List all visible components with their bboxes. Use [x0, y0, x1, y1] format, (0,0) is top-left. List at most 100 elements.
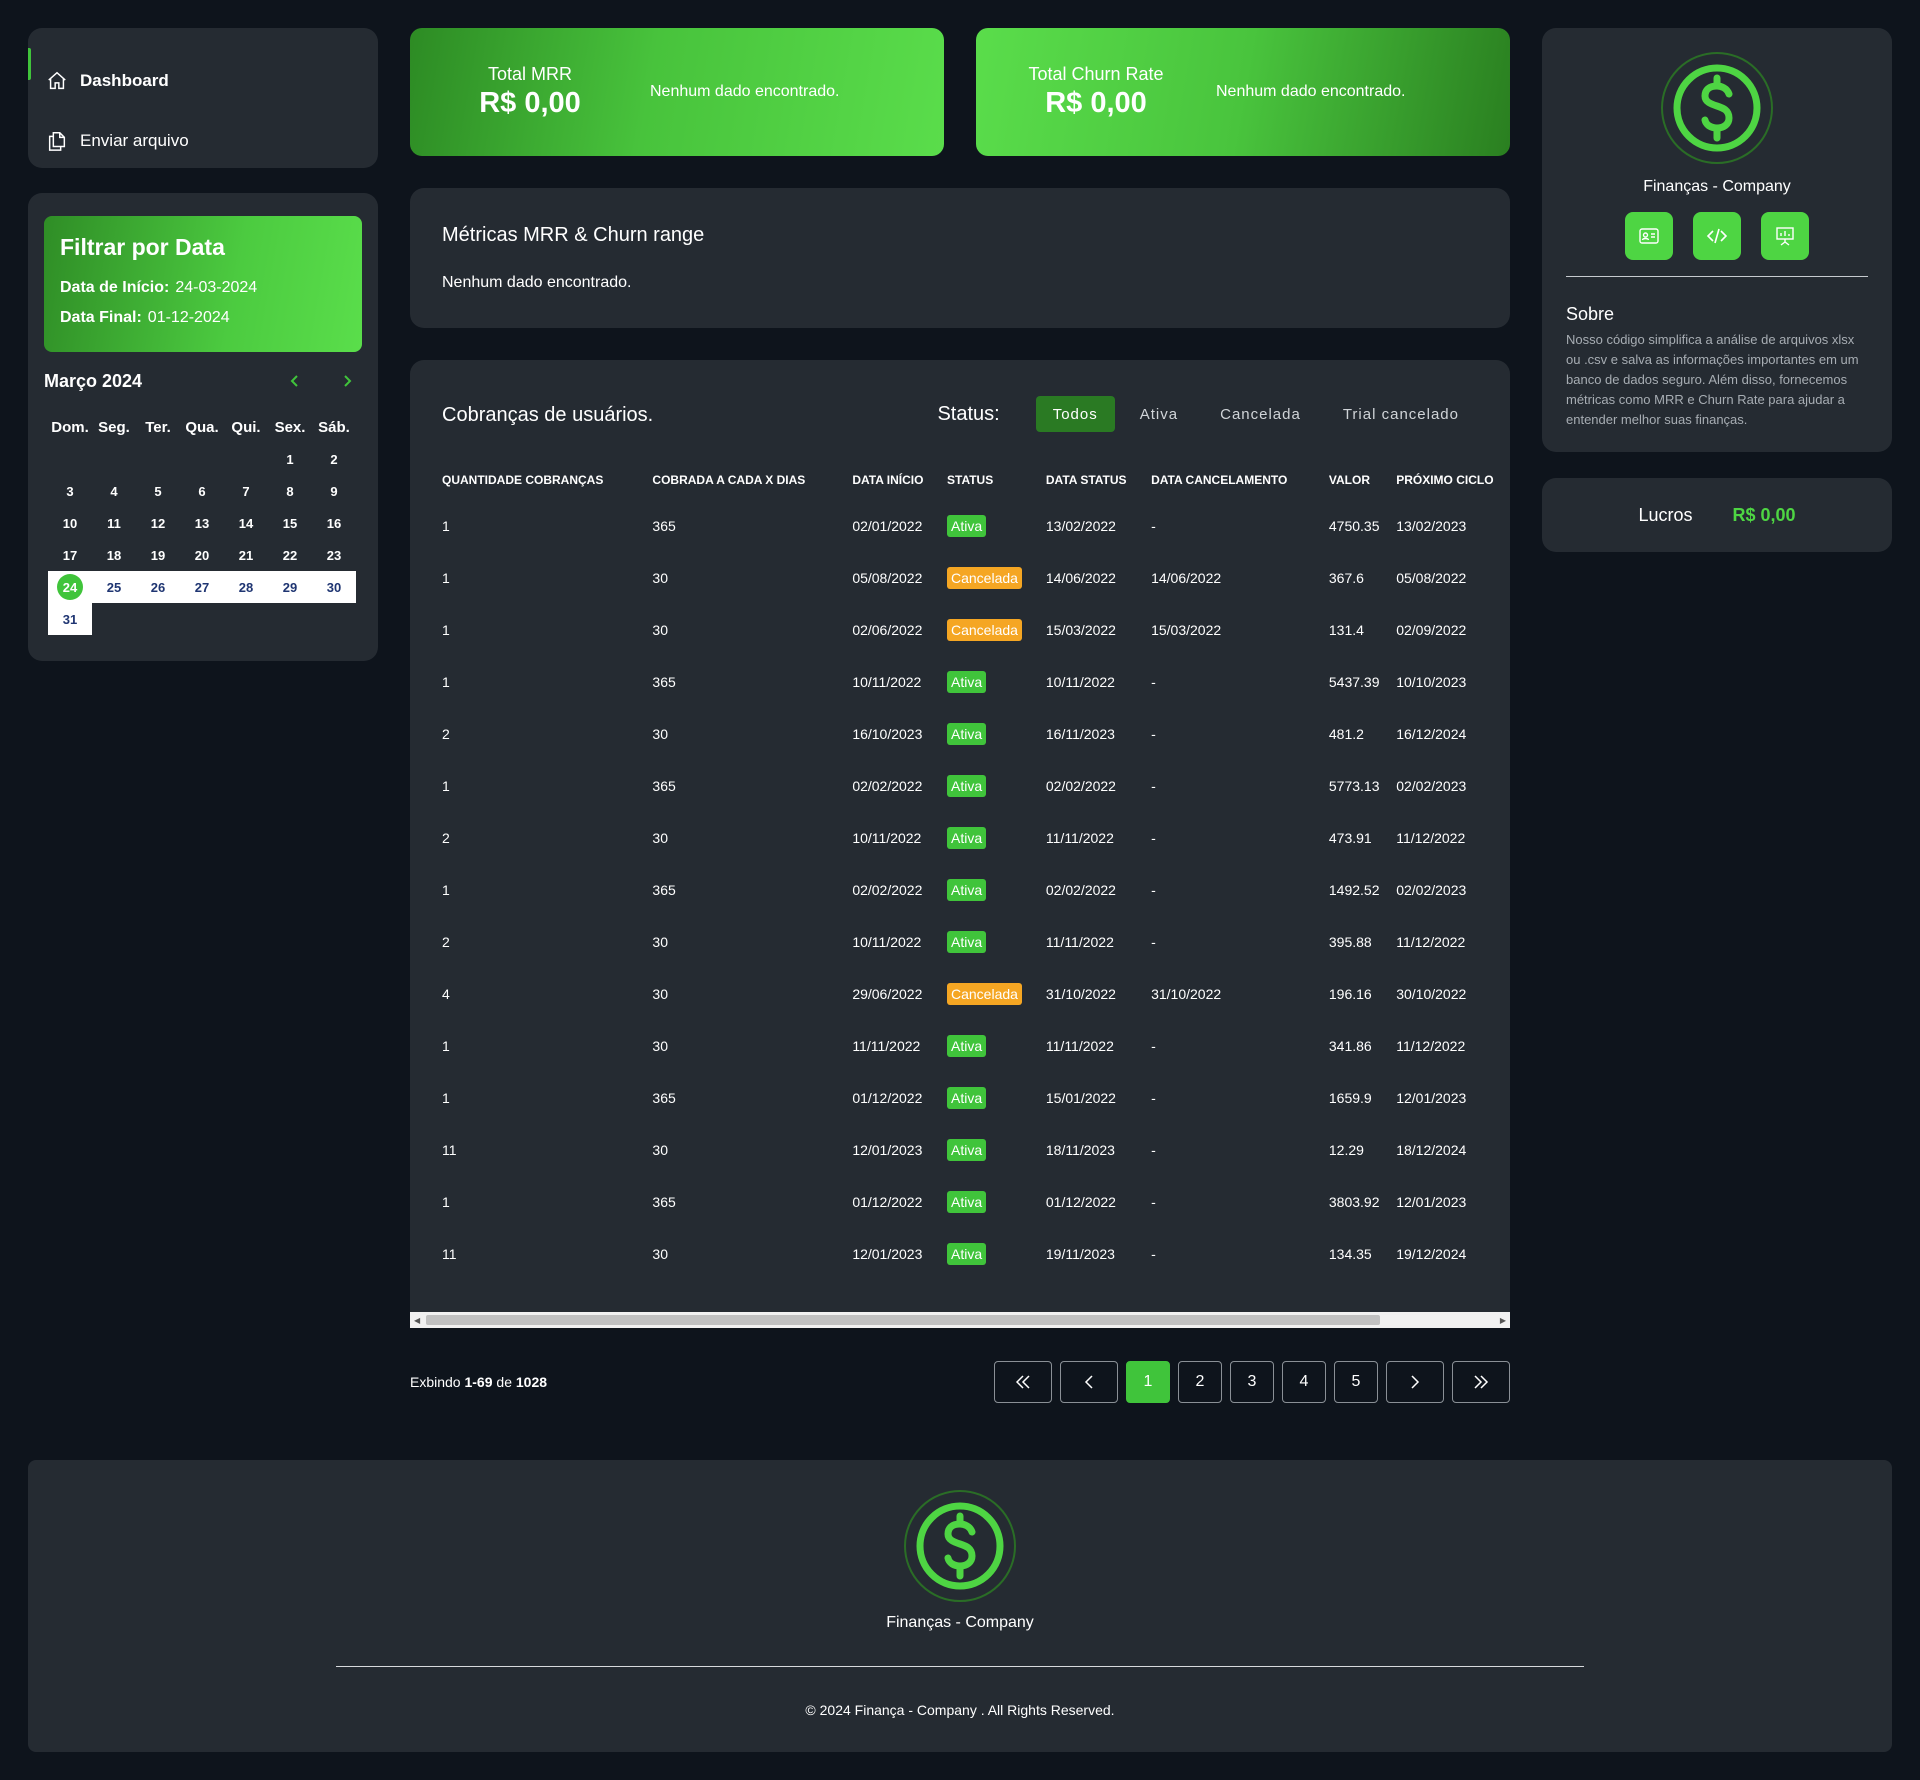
calendar-next-button[interactable]	[332, 366, 362, 396]
last-page-button[interactable]	[1452, 1361, 1510, 1403]
calendar-day[interactable]: 9	[312, 475, 356, 507]
calendar-day[interactable]: 15	[268, 507, 312, 539]
table-cell: 365	[652, 674, 676, 690]
calendar-day[interactable]: 30	[312, 571, 356, 603]
calendar-day[interactable]: 16	[312, 507, 356, 539]
calendar-day[interactable]: 6	[180, 475, 224, 507]
calendar-day[interactable]: 4	[92, 475, 136, 507]
calendar-day[interactable]: 24	[48, 571, 92, 603]
page-button-1[interactable]: 1	[1126, 1361, 1170, 1403]
start-date-row: Data de Início: 24-03-2024	[60, 279, 346, 297]
first-page-button[interactable]	[994, 1361, 1052, 1403]
end-date-label: Data Final:	[60, 309, 142, 326]
page-button-4[interactable]: 4	[1282, 1361, 1326, 1403]
calendar-day[interactable]: 10	[48, 507, 92, 539]
calendar-day[interactable]: 11	[92, 507, 136, 539]
nav-item-enviar-arquivo[interactable]: Enviar arquivo	[46, 126, 189, 156]
id-card-button[interactable]	[1625, 212, 1673, 260]
status-option-cancelada[interactable]: Cancelada	[1203, 396, 1318, 432]
table-row: 2 30 10/11/2022 Ativa 11/11/2022 - 395.88 11/12…	[432, 916, 1502, 968]
company-logo	[1661, 52, 1773, 164]
calendar-day[interactable]: 5	[136, 475, 180, 507]
table-cell: 05/08/2022	[852, 570, 923, 586]
calendar-grid: Dom. Seg. Ter. Qua. Qui. Sex. Sáb. 1 2 3 4 5 6 7 8 9 10 1…	[48, 411, 360, 635]
table-cell: 131.4	[1328, 622, 1364, 638]
table-cell: 1	[442, 570, 450, 586]
calendar-day[interactable]: 19	[136, 539, 180, 571]
table-row: 4 30 29/06/2022 Cancelada 31/10/2022 31/10/20…	[432, 968, 1502, 1020]
page-button-3[interactable]: 3	[1230, 1361, 1274, 1403]
status-option-trial-cancelado[interactable]: Trial cancelado	[1326, 396, 1476, 432]
scroll-left-icon[interactable]: ◀	[414, 1316, 420, 1325]
calendar-day[interactable]: 28	[224, 571, 268, 603]
table-cell: Ativa	[937, 812, 1036, 864]
calendar-day[interactable]: 3	[48, 475, 92, 507]
table-cell: 2	[442, 726, 450, 742]
calendar-day[interactable]: 21	[224, 539, 268, 571]
calendar-day[interactable]: 23	[312, 539, 356, 571]
calendar-day-number: 18	[106, 547, 122, 563]
calendar-day[interactable]: 31	[48, 603, 92, 635]
calendar-day[interactable]: 27	[180, 571, 224, 603]
profile-panel: Finanças - Company Sobre Nosso código si…	[1542, 28, 1892, 452]
table-cell: Ativa	[937, 864, 1036, 916]
calendar-day[interactable]: 12	[136, 507, 180, 539]
scrollbar-thumb[interactable]	[426, 1315, 1380, 1325]
table-cell: -	[1151, 1194, 1156, 1210]
calendar-day[interactable]: 22	[268, 539, 312, 571]
code-button[interactable]	[1693, 212, 1741, 260]
charges-title: Cobranças de usuários.	[442, 404, 654, 426]
calendar-day[interactable]: 2	[312, 443, 356, 475]
calendar-day-number: 15	[282, 515, 298, 531]
prev-page-button[interactable]	[1060, 1361, 1118, 1403]
table-cell: 1	[442, 1090, 450, 1106]
calendar-day[interactable]: 18	[92, 539, 136, 571]
status-badge: Cancelada	[947, 567, 1022, 589]
table-cell: 02/02/2023	[1396, 778, 1467, 794]
table-cell: 10/11/2022	[852, 830, 922, 846]
table-row: 1 365 02/02/2022 Ativa 02/02/2022 - 1492.52 02/…	[432, 864, 1502, 916]
calendar-day[interactable]: 13	[180, 507, 224, 539]
calendar-day[interactable]: 14	[224, 507, 268, 539]
calendar-day[interactable]: 7	[224, 475, 268, 507]
status-badge: Ativa	[947, 671, 987, 693]
page-button-2[interactable]: 2	[1178, 1361, 1222, 1403]
calendar-day[interactable]: 26	[136, 571, 180, 603]
table-cell: 11/12/2022	[1396, 1038, 1466, 1054]
calendar-day-number: 5	[154, 483, 162, 499]
scroll-right-icon[interactable]: ▶	[1500, 1316, 1506, 1325]
calendar-prev-button[interactable]	[280, 366, 310, 396]
table-cell: -	[1151, 1246, 1156, 1262]
table-cell: 11/11/2022	[1045, 934, 1114, 950]
calendar-day-number: 20	[194, 547, 210, 563]
horizontal-scrollbar[interactable]: ◀ ▶	[410, 1312, 1510, 1328]
calendar-day[interactable]: 25	[92, 571, 136, 603]
table-cell: 395.88	[1328, 934, 1372, 950]
table-cell: Ativa	[937, 1124, 1036, 1176]
table-cell: 30	[652, 1038, 668, 1054]
nav-label-dashboard: Dashboard	[80, 71, 169, 90]
status-badge: Ativa	[947, 775, 987, 797]
page-button-5[interactable]: 5	[1334, 1361, 1378, 1403]
calendar-day[interactable]: 29	[268, 571, 312, 603]
status-badge: Ativa	[947, 931, 987, 953]
calendar-day[interactable]: 1	[268, 443, 312, 475]
table-cell: 02/02/2022	[1045, 778, 1116, 794]
table-cell: -	[1151, 518, 1156, 534]
kpi-mrr-empty: Nenhum dado encontrado.	[650, 83, 840, 100]
nav-item-dashboard[interactable]: Dashboard	[46, 66, 169, 96]
table-cell: 13/02/2023	[1396, 518, 1467, 534]
next-page-button[interactable]	[1386, 1361, 1444, 1403]
table-cell: 10/11/2022	[1045, 674, 1115, 690]
metrics-empty: Nenhum dado encontrado.	[442, 274, 632, 291]
table-cell: -	[1151, 1038, 1156, 1054]
calendar-day[interactable]: 17	[48, 539, 92, 571]
table-cell: 1	[442, 518, 450, 534]
presentation-button[interactable]	[1761, 212, 1809, 260]
status-option-ativa[interactable]: Ativa	[1123, 396, 1195, 432]
calendar-day[interactable]: 8	[268, 475, 312, 507]
calendar-day[interactable]: 20	[180, 539, 224, 571]
table-cell: Ativa	[937, 1176, 1036, 1228]
status-option-todos[interactable]: Todos	[1035, 396, 1115, 432]
status-label: Status:	[937, 402, 1000, 425]
